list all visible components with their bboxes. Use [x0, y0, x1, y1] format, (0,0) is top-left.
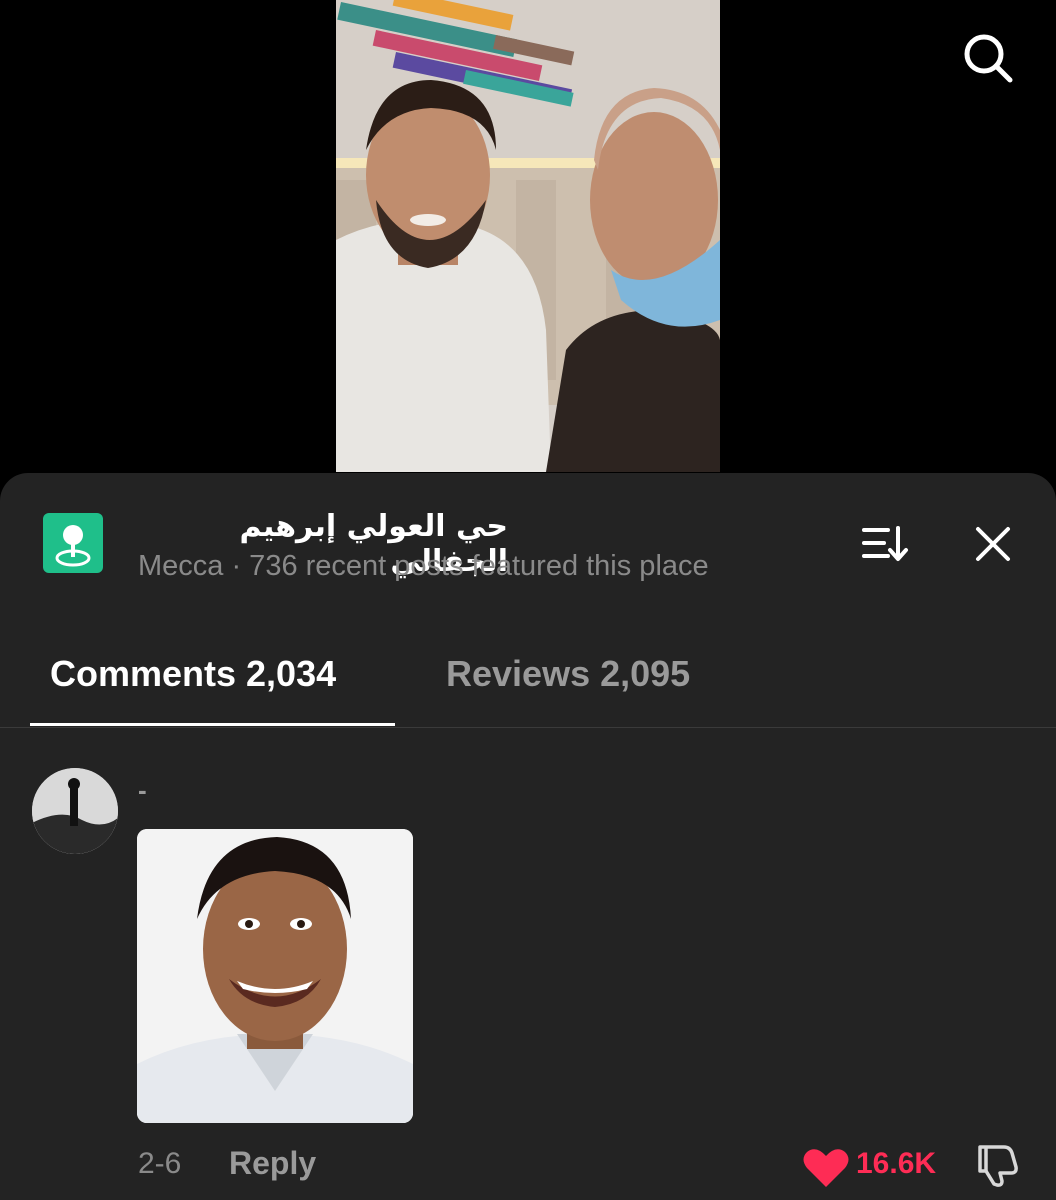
- avatar[interactable]: [32, 768, 118, 854]
- comment-date: 2-6: [138, 1147, 182, 1180]
- thumbs-down-icon: [978, 1145, 1018, 1187]
- video-frame-image: [336, 0, 720, 472]
- place-subtitle: Mecca · 736 recent posts featured this p…: [138, 550, 709, 582]
- video-area[interactable]: [0, 0, 1056, 480]
- place-comments-sheet: حي العولي إبرهيم الجفالي Mecca · 736 rec…: [0, 473, 1056, 1200]
- sort-button[interactable]: [860, 523, 910, 565]
- close-icon: [976, 527, 1010, 561]
- reply-button[interactable]: Reply: [229, 1145, 316, 1182]
- heart-icon: [803, 1149, 849, 1187]
- video-player[interactable]: [336, 0, 720, 472]
- like-count: 16.6K: [856, 1147, 937, 1180]
- like-button[interactable]: [802, 1147, 850, 1189]
- map-pin-icon: [43, 513, 103, 573]
- search-button[interactable]: [958, 28, 1018, 88]
- search-icon: [964, 34, 1013, 83]
- comment-username[interactable]: -: [138, 775, 147, 806]
- close-button[interactable]: [972, 523, 1014, 565]
- active-tab-indicator: [30, 723, 395, 726]
- sort-icon: [862, 526, 908, 561]
- comment-image[interactable]: [137, 829, 413, 1123]
- tab-comments[interactable]: Comments 2,034: [50, 653, 336, 695]
- tab-divider: [0, 727, 1056, 728]
- tab-reviews[interactable]: Reviews 2,095: [446, 653, 690, 695]
- dislike-button[interactable]: [972, 1141, 1022, 1187]
